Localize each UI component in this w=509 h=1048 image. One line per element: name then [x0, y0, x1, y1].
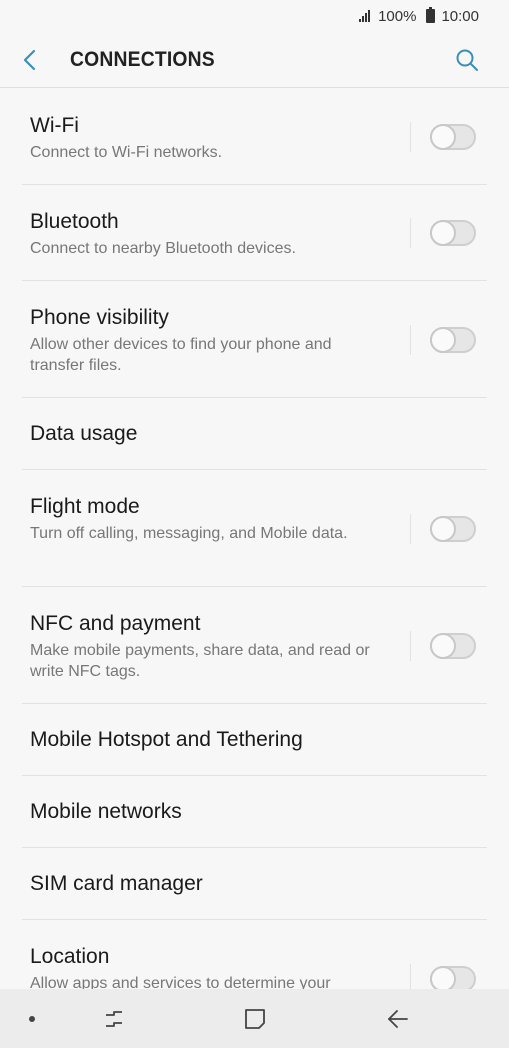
back-arrow-icon	[23, 49, 36, 70]
item-title: Bluetooth	[30, 210, 119, 233]
row-divider	[410, 122, 411, 152]
settings-list: Wi-Fi Connect to Wi-Fi networks. Bluetoo…	[0, 89, 509, 989]
list-item-flight-mode[interactable]: Flight mode Turn off calling, messaging,…	[22, 470, 487, 587]
item-title: Mobile Hotspot and Tethering	[30, 728, 303, 751]
battery-icon	[426, 7, 436, 23]
item-title: Location	[30, 945, 110, 968]
dot-icon	[29, 1016, 35, 1022]
navigation-bar	[0, 989, 509, 1048]
list-item-mobile-hotspot[interactable]: Mobile Hotspot and Tethering	[22, 704, 487, 776]
nav-back-button[interactable]	[380, 1001, 416, 1037]
row-divider	[410, 631, 411, 661]
home-button[interactable]	[237, 1001, 273, 1037]
toggle-knob	[430, 327, 456, 353]
search-button[interactable]	[447, 40, 487, 80]
recent-apps-button[interactable]	[96, 1001, 132, 1037]
toggle-knob	[430, 966, 456, 989]
bluetooth-toggle[interactable]	[430, 220, 476, 246]
app-bar: CONNECTIONS	[0, 32, 509, 88]
list-item-phone-visibility[interactable]: Phone visibility Allow other devices to …	[22, 281, 487, 398]
battery-percent: 100%	[378, 7, 417, 25]
phone-visibility-toggle[interactable]	[430, 327, 476, 353]
back-button[interactable]	[0, 32, 60, 88]
item-title: Flight mode	[30, 495, 140, 518]
item-description: Allow apps and services to determine you…	[30, 975, 331, 989]
recent-apps-icon	[106, 1011, 122, 1027]
toggle-knob	[430, 220, 456, 246]
home-icon	[245, 1009, 265, 1029]
item-title: Data usage	[30, 422, 138, 445]
list-item-sim-card-manager[interactable]: SIM card manager	[22, 848, 487, 920]
list-item-location[interactable]: Location Allow apps and services to dete…	[22, 920, 487, 989]
wifi-toggle[interactable]	[430, 124, 476, 150]
nav-dot-button[interactable]	[22, 1009, 42, 1029]
row-divider	[410, 964, 411, 989]
row-divider	[410, 325, 411, 355]
toggle-knob	[430, 633, 456, 659]
item-description: Allow other devices to find your phone a…	[30, 336, 332, 374]
item-description: Turn off calling, messaging, and Mobile …	[30, 525, 348, 542]
page-title: CONNECTIONS	[70, 47, 215, 71]
item-title: Phone visibility	[30, 306, 169, 329]
location-toggle[interactable]	[430, 966, 476, 989]
clock: 10:00	[441, 7, 479, 25]
toggle-knob	[430, 516, 456, 542]
back-icon	[388, 1010, 408, 1028]
item-title: Mobile networks	[30, 800, 182, 823]
item-title: SIM card manager	[30, 872, 203, 895]
item-title: Wi-Fi	[30, 114, 79, 137]
nfc-toggle[interactable]	[430, 633, 476, 659]
signal-icon	[359, 10, 371, 22]
item-description: Connect to Wi-Fi networks.	[30, 144, 223, 161]
item-description: Connect to nearby Bluetooth devices.	[30, 240, 296, 257]
flight-mode-toggle[interactable]	[430, 516, 476, 542]
row-divider	[410, 218, 411, 248]
row-divider	[410, 514, 411, 544]
search-icon	[456, 49, 478, 71]
list-item-mobile-networks[interactable]: Mobile networks	[22, 776, 487, 848]
item-description: Make mobile payments, share data, and re…	[30, 642, 370, 680]
list-item-wifi[interactable]: Wi-Fi Connect to Wi-Fi networks.	[22, 89, 487, 185]
list-item-nfc-and-payment[interactable]: NFC and payment Make mobile payments, sh…	[22, 587, 487, 704]
list-item-bluetooth[interactable]: Bluetooth Connect to nearby Bluetooth de…	[22, 185, 487, 281]
list-item-data-usage[interactable]: Data usage	[22, 398, 487, 470]
status-bar: 100% 10:00	[0, 0, 509, 32]
toggle-knob	[430, 124, 456, 150]
item-title: NFC and payment	[30, 612, 201, 635]
